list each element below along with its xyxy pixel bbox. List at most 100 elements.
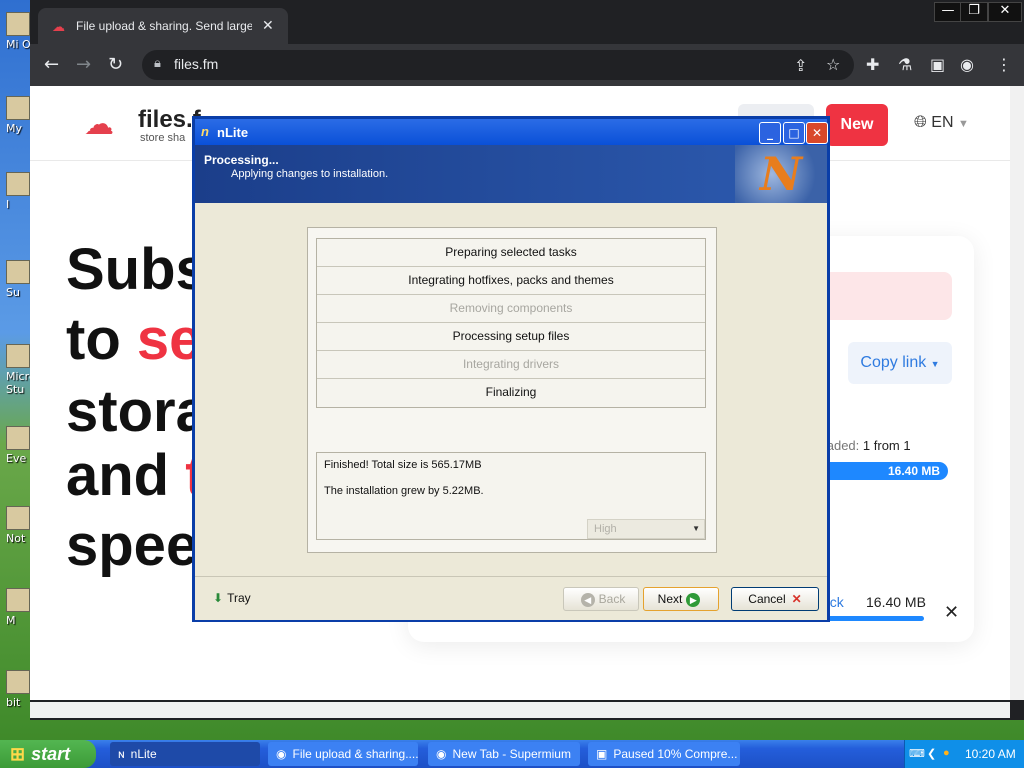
lab-flask-icon[interactable]: ⚗: [898, 55, 912, 74]
back-label: Back: [598, 592, 626, 606]
reload-icon[interactable]: ↻: [108, 54, 123, 75]
taskbar-item-7zip[interactable]: ▣ Paused 10% Compre...: [588, 742, 740, 766]
url-text[interactable]: files.fm: [174, 56, 218, 72]
dialog-minimize-button[interactable]: _: [759, 122, 781, 144]
dialog-titlebar[interactable]: n nLite _ □ ✕: [195, 119, 828, 145]
cancel-x-icon: ✕: [791, 592, 802, 606]
dialog-body: Preparing selected tasks Integrating hot…: [195, 203, 827, 619]
language-code: EN: [931, 114, 954, 131]
taskbar-item-label: Paused 10% Compre...: [613, 747, 738, 761]
desktop-icon-label: Mi O: [6, 38, 31, 51]
tray-icon: ⬇: [213, 591, 224, 605]
logo-tagline: store sha: [140, 132, 186, 144]
taskbar-item-supermium[interactable]: ◉ New Tab - Supermium: [428, 742, 580, 766]
profile-avatar-icon[interactable]: ◉: [960, 55, 974, 74]
taskbar-item-nlite[interactable]: ɴ nLite: [110, 742, 260, 766]
vertical-scrollbar[interactable]: [1010, 86, 1024, 700]
result-box: Finished! Total size is 565.17MB The ins…: [316, 452, 706, 540]
minimize-button[interactable]: —: [934, 2, 962, 22]
tray-label: Tray: [227, 591, 251, 605]
hero-line: stora: [66, 379, 208, 444]
taskbar-item-label: File upload & sharing....: [292, 747, 418, 761]
taskbar-item-files[interactable]: ◉ File upload & sharing....: [268, 742, 418, 766]
desktop-icon-label: Not: [6, 532, 26, 545]
next-label: Next: [657, 592, 683, 606]
upload-progress-bar: 16.40 MB: [820, 462, 948, 480]
task-item: Processing setup files: [317, 323, 705, 351]
hero-line: and t: [66, 442, 205, 509]
chevron-down-icon: ▼: [957, 118, 969, 130]
tray-button[interactable]: ⬇ Tray: [213, 591, 251, 605]
copy-link-button[interactable]: Copy link ▼: [848, 342, 952, 384]
lock-icon[interactable]: 🔒︎: [154, 56, 161, 71]
close-icon[interactable]: ✕: [944, 602, 959, 623]
bookmark-star-icon[interactable]: ☆: [826, 55, 840, 74]
desktop-icon-label: bit: [6, 696, 21, 709]
cloud-logo-icon: ☁: [84, 107, 114, 142]
cancel-label: Cancel: [748, 592, 786, 606]
file-size: 16.40 MB: [866, 594, 926, 610]
tab-close-icon[interactable]: ✕: [262, 17, 274, 34]
taskbar-item-label: New Tab - Supermium: [452, 747, 571, 761]
hero-word: to: [66, 307, 121, 372]
nlite-app-icon: n: [201, 124, 209, 139]
priority-select[interactable]: High ▼: [587, 519, 705, 539]
dialog-close-button[interactable]: ✕: [806, 122, 828, 144]
tab-strip: ☁ File upload & sharing. Send large ph ✕…: [30, 0, 1024, 44]
windows-flag-icon: ⊞: [10, 744, 26, 764]
close-window-button[interactable]: ✕: [988, 2, 1022, 22]
task-item: Finalizing: [485, 385, 537, 399]
dropdown-arrow-icon: ▼: [692, 524, 700, 533]
next-button[interactable]: Next ▶: [643, 587, 719, 611]
browser-tab[interactable]: ☁ File upload & sharing. Send large ph ✕: [38, 8, 288, 44]
taskbar: ⊞ start ɴ nLite ◉ File upload & sharing....…: [0, 740, 1024, 768]
share-icon[interactable]: ⇪: [794, 56, 807, 75]
extensions-icon[interactable]: ✚: [866, 55, 879, 74]
start-label: start: [31, 744, 71, 764]
forward-arrow-icon[interactable]: →: [76, 54, 91, 75]
menu-kebab-icon[interactable]: ⋮: [996, 55, 1012, 74]
result-growth: The installation grew by 5.22MB.: [324, 485, 484, 497]
dialog-header: Processing... Applying changes to instal…: [195, 145, 827, 203]
globe-icon: 🌐︎: [914, 114, 927, 131]
new-button[interactable]: New: [826, 104, 888, 146]
desktop-icon-label: M: [6, 614, 16, 627]
maximize-button[interactable]: ❐: [960, 2, 988, 22]
dialog-footer: ⬇ Tray ◀ Back Next ▶ Cancel ✕: [195, 576, 827, 620]
file-progress-bar: [820, 616, 924, 621]
side-panel-icon[interactable]: ▣: [930, 55, 945, 74]
system-tray: ⌨ ❮ ● 10:20 AM: [904, 740, 1024, 768]
desktop-icon-label: Eve: [6, 452, 27, 465]
processing-panel: Preparing selected tasks Integrating hot…: [307, 227, 717, 553]
nlite-app-icon: ɴ: [118, 747, 125, 761]
header-title: Processing...: [204, 153, 279, 167]
chevron-left-icon[interactable]: ❮: [927, 747, 936, 760]
back-circle-icon: ◀: [580, 592, 595, 607]
back-button[interactable]: ◀ Back: [563, 587, 639, 611]
keyboard-icon[interactable]: ⌨: [909, 747, 925, 760]
language-selector[interactable]: 🌐︎ EN ▼: [914, 114, 969, 132]
hero-line: to se: [66, 306, 201, 373]
desktop-icon-label: I: [6, 198, 10, 211]
priority-value: High: [594, 523, 617, 535]
dialog-maximize-button[interactable]: □: [783, 122, 805, 144]
task-item: Integrating hotfixes, packs and themes: [317, 267, 705, 295]
result-total-size: Finished! Total size is 565.17MB: [324, 459, 482, 471]
task-item: Integrating drivers: [317, 351, 705, 379]
chevron-down-icon: ▼: [930, 359, 940, 369]
taskbar-item-label: nLite: [130, 747, 157, 761]
desktop-icon-label: Su: [6, 286, 20, 299]
nlite-logo-icon: N: [735, 145, 827, 203]
hero-word: and: [66, 443, 170, 508]
desktop-icon-label: My: [6, 122, 23, 135]
dialog-title: nLite: [217, 125, 249, 140]
horizontal-scrollbar[interactable]: [30, 702, 1010, 718]
back-arrow-icon[interactable]: ←: [44, 54, 59, 75]
address-bar[interactable]: 🔒︎ files.fm ⇪ ☆: [142, 50, 854, 80]
clock: 10:20 AM: [965, 747, 1016, 761]
shield-icon[interactable]: ●: [943, 747, 950, 759]
task-item: Preparing selected tasks: [317, 239, 705, 267]
task-item: Removing components: [317, 295, 705, 323]
start-button[interactable]: ⊞ start: [0, 740, 96, 768]
cancel-button[interactable]: Cancel ✕: [731, 587, 819, 611]
